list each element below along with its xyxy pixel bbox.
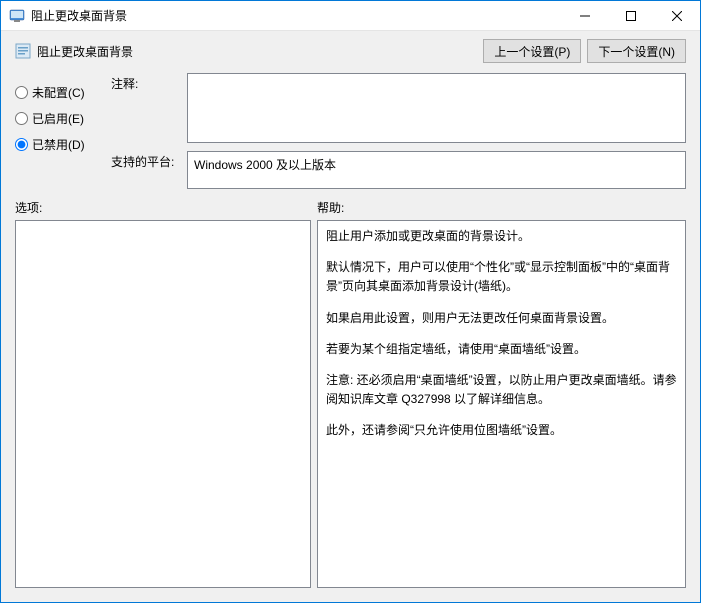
- help-paragraph: 如果启用此设置，则用户无法更改任何桌面背景设置。: [326, 309, 677, 328]
- header-row: 阻止更改桌面背景 上一个设置(P) 下一个设置(N): [1, 31, 700, 71]
- titlebar: 阻止更改桌面背景: [1, 1, 700, 31]
- radio-enabled[interactable]: 已启用(E): [15, 105, 103, 131]
- split-labels: 选项: 帮助:: [1, 199, 700, 220]
- options-label: 选项:: [15, 199, 317, 216]
- help-label: 帮助:: [317, 199, 344, 216]
- maximize-button[interactable]: [608, 1, 654, 31]
- comment-label: 注释:: [111, 73, 181, 92]
- radio-enabled-label: 已启用(E): [32, 110, 84, 127]
- radio-not-configured-label: 未配置(C): [32, 84, 85, 101]
- help-paragraph: 阻止用户添加或更改桌面的背景设计。: [326, 227, 677, 246]
- minimize-button[interactable]: [562, 1, 608, 31]
- supported-platform-box[interactable]: Windows 2000 及以上版本: [187, 151, 686, 189]
- radio-disabled-input[interactable]: [15, 138, 28, 151]
- radio-disabled[interactable]: 已禁用(D): [15, 131, 103, 157]
- previous-setting-button[interactable]: 上一个设置(P): [483, 39, 581, 63]
- next-setting-button[interactable]: 下一个设置(N): [587, 39, 686, 63]
- fields-col: 注释: 支持的平台: Windows 2000 及以上版本: [111, 73, 686, 189]
- radio-not-configured[interactable]: 未配置(C): [15, 79, 103, 105]
- state-radio-group: 未配置(C) 已启用(E) 已禁用(D): [15, 73, 103, 189]
- gpedit-policy-dialog: 阻止更改桌面背景 阻止更改桌面背景 上一个设置(P) 下一个设置(N): [0, 0, 701, 603]
- platform-label: 支持的平台:: [111, 151, 181, 170]
- close-button[interactable]: [654, 1, 700, 31]
- app-icon: [9, 8, 25, 24]
- supported-platform-text: Windows 2000 及以上版本: [194, 158, 336, 172]
- policy-icon: [15, 43, 31, 59]
- help-paragraph: 若要为某个组指定墙纸，请使用“桌面墙纸”设置。: [326, 340, 677, 359]
- radio-enabled-input[interactable]: [15, 112, 28, 125]
- lower-split: 阻止用户添加或更改桌面的背景设计。 默认情况下，用户可以使用“个性化”或“显示控…: [1, 220, 700, 602]
- comment-textarea[interactable]: [187, 73, 686, 143]
- radio-not-configured-input[interactable]: [15, 86, 28, 99]
- radio-disabled-label: 已禁用(D): [32, 136, 85, 153]
- window-title: 阻止更改桌面背景: [31, 7, 127, 24]
- help-paragraph: 此外，还请参阅“只允许使用位图墙纸”设置。: [326, 421, 677, 440]
- policy-title: 阻止更改桌面背景: [37, 43, 133, 60]
- help-paragraph: 默认情况下，用户可以使用“个性化”或“显示控制面板”中的“桌面背景”页向其桌面添…: [326, 258, 677, 296]
- help-pane[interactable]: 阻止用户添加或更改桌面的背景设计。 默认情况下，用户可以使用“个性化”或“显示控…: [317, 220, 686, 588]
- config-row: 未配置(C) 已启用(E) 已禁用(D) 注释: 支持的平台: Windows …: [1, 71, 700, 199]
- help-paragraph: 注意: 还必须启用“桌面墙纸”设置，以防止用户更改桌面墙纸。请参阅知识库文章 Q…: [326, 371, 677, 409]
- options-pane: [15, 220, 311, 588]
